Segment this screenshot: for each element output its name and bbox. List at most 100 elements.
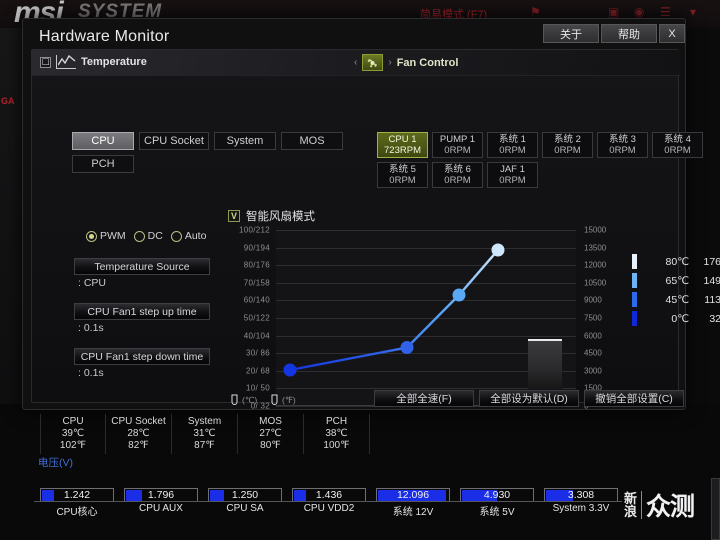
rpm-gauge-cap — [528, 339, 562, 341]
y-axis-tick: 100/212 — [238, 225, 270, 235]
y-axis-tick: 30/ 86 — [245, 348, 270, 358]
about-button[interactable]: 关于 — [543, 24, 599, 43]
bios-monitor-icon[interactable]: ▣ — [608, 5, 619, 19]
temp-cell-fahrenheit: 100℉ — [323, 440, 350, 451]
radio-pwm-mark — [86, 230, 97, 242]
fan-box-cpu-1[interactable]: CPU 1 723RPM — [377, 132, 428, 158]
temp-cell-fahrenheit: 87℉ — [194, 440, 215, 451]
footer-button-group: 全部全速(F) 全部设为默认(D) 撤销全部设置(C) — [374, 390, 684, 407]
rpm-axis-tick: 7500 — [584, 313, 602, 323]
voltage-name: CPU AUX — [139, 503, 183, 514]
fan-box-system-2[interactable]: 系统 2 0RPM — [542, 132, 593, 158]
temp-cell-name: CPU — [62, 416, 84, 427]
temp-cell-fahrenheit: 82℉ — [128, 440, 149, 451]
celsius-unit: (℃) — [230, 394, 257, 407]
bios-chevron-down-icon[interactable]: ▾ — [690, 5, 696, 19]
watermark: 新 浪 众测 — [624, 487, 695, 523]
fan-box-system-6[interactable]: 系统 6 0RPM — [432, 162, 483, 188]
temperature-checkbox[interactable]: ☐ — [40, 56, 51, 68]
step-down-time-button[interactable]: CPU Fan1 step down time — [74, 348, 210, 365]
legend-swatch — [632, 311, 637, 326]
all-default-button[interactable]: 全部设为默认(D) — [479, 390, 579, 407]
radio-auto[interactable]: Auto — [170, 230, 206, 242]
curve-point[interactable] — [452, 288, 466, 302]
scrollbar[interactable] — [711, 478, 720, 540]
title-button-group: 关于 帮助 X — [543, 24, 685, 43]
voltage-cell: 1.250 CPU SA — [202, 488, 286, 524]
source-tab-mos[interactable]: MOS — [281, 132, 343, 150]
fan-mode-radio-group: PWM DC Auto — [74, 230, 226, 242]
voltage-name: 系统 5V — [479, 507, 515, 518]
celsius-unit-label: (℃) — [242, 395, 258, 405]
legend-swatch — [632, 292, 637, 307]
source-tab-cpu-socket[interactable]: CPU Socket — [139, 132, 209, 150]
rpm-axis-tick: 12000 — [584, 260, 607, 270]
fan-box-name: 系统 5 — [389, 164, 416, 175]
legend-temp-c: 45℃ — [665, 293, 689, 306]
voltage-value: 1.242 — [63, 489, 91, 501]
temperature-source-button[interactable]: Temperature Source — [74, 258, 210, 275]
fahrenheit-unit-label: (℉) — [282, 395, 296, 405]
voltage-name: System 3.3V — [552, 503, 610, 514]
prev-arrow-icon[interactable]: ‹ — [354, 57, 357, 68]
voltage-name: CPU VDD2 — [303, 503, 355, 514]
bios-clock-icon[interactable]: ◉ — [634, 5, 644, 19]
voltage-cell: 12.096 系统 12V — [370, 488, 454, 524]
undo-all-button[interactable]: 撤销全部设置(C) — [584, 390, 684, 407]
temp-cell-celsius: 27℃ — [259, 428, 282, 439]
source-tab-row-2: PCH — [72, 155, 352, 173]
radio-pwm[interactable]: PWM — [86, 230, 126, 242]
temperature-source-value: : CPU — [78, 277, 107, 289]
source-tab-row-1: CPU CPU Socket System MOS — [72, 132, 352, 150]
source-tab-cpu[interactable]: CPU — [72, 132, 134, 150]
smart-fan-checkbox: V — [228, 210, 240, 222]
fan-status-boxes: CPU 1 723RPM PUMP 1 0RPM 系统 1 0RPM 系统 2 … — [377, 132, 707, 192]
radio-dc-mark — [133, 230, 145, 242]
voltage-name: 系统 12V — [392, 507, 434, 518]
bios-flag-icon[interactable]: ⚑ — [530, 5, 541, 19]
source-tab-system[interactable]: System — [214, 132, 276, 150]
fan-mode-controls: PWM DC Auto Temperature Source : CPU CPU… — [74, 230, 226, 393]
chart-legend: 80℃176℉100%65℃149℉70%45℃113℉35%0℃32℉20% — [632, 252, 720, 328]
next-arrow-icon[interactable]: › — [388, 57, 391, 68]
watermark-line-2: 浪 — [624, 504, 638, 519]
fan-box-rpm: 0RPM — [499, 145, 526, 156]
radio-auto-mark — [170, 230, 182, 242]
curve-point[interactable] — [491, 243, 505, 257]
help-button[interactable]: 帮助 — [601, 24, 657, 43]
voltage-cell: 1.796 CPU AUX — [118, 488, 202, 524]
curve-point[interactable] — [400, 341, 414, 354]
source-tab-pch[interactable]: PCH — [72, 155, 134, 173]
temp-cell-name: MOS — [259, 416, 282, 427]
legend-row: 80℃176℉100% — [632, 252, 720, 271]
radio-dc[interactable]: DC — [133, 230, 163, 242]
fan-box-system-5[interactable]: 系统 5 0RPM — [377, 162, 428, 188]
step-up-time-value: : 0.1s — [78, 322, 104, 334]
temperature-source-tabs: CPU CPU Socket System MOS PCH — [72, 132, 352, 178]
y-axis-tick: 70/158 — [243, 278, 270, 288]
thermometer-icon — [271, 394, 278, 405]
all-full-speed-button[interactable]: 全部全速(F) — [374, 390, 474, 407]
fan-box-pump-1[interactable]: PUMP 1 0RPM — [432, 132, 483, 158]
legend-temp-c: 80℃ — [665, 255, 689, 268]
screen: msi SYSTEM 简易模式 (F7) ⚑ ▣ ◉ ☰ ▾ GA Hardwa… — [0, 0, 720, 540]
close-button[interactable]: X — [659, 24, 685, 43]
fan-box-rpm: 0RPM — [444, 175, 471, 186]
curve-point[interactable] — [283, 363, 297, 377]
y-axis-left: 100/212 90/194 80/176 70/158 60/140 50/122 40/… — [228, 226, 272, 411]
fan-box-jaf-1[interactable]: JAF 1 0RPM — [487, 162, 538, 188]
bios-lang-icon[interactable]: ☰ — [660, 5, 671, 19]
bios-ga-label: GA — [1, 96, 15, 106]
fan-box-system-3[interactable]: 系统 3 0RPM — [597, 132, 648, 158]
smart-fan-label: 智能风扇模式 — [246, 211, 315, 223]
rpm-axis-tick: 6000 — [584, 331, 602, 341]
fan-box-system-1[interactable]: 系统 1 0RPM — [487, 132, 538, 158]
voltage-readout-row: 1.242 CPU核心 1.796 CPU AUX 1.250 CPU SA 1.436 CP… — [34, 488, 622, 524]
step-up-time-button[interactable]: CPU Fan1 step up time — [74, 303, 210, 320]
smart-fan-mode-toggle[interactable]: V 智能风扇模式 — [228, 208, 672, 224]
graph-icon — [56, 55, 76, 69]
temp-cell-name: CPU Socket — [111, 416, 166, 427]
legend-swatch — [632, 254, 637, 269]
rpm-axis-tick: 3000 — [584, 366, 602, 376]
fan-box-system-4[interactable]: 系统 4 0RPM — [652, 132, 703, 158]
